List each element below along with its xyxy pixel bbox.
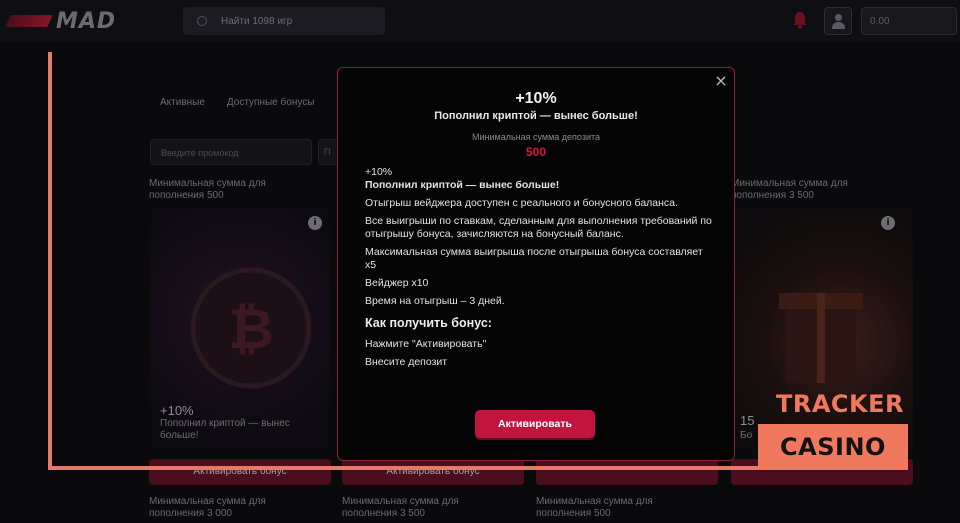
site-logo[interactable]: MAD [5,8,117,34]
bonus-details-modal: × +10% Пополнил криптой — вынес больше! … [337,67,735,461]
min-deposit-label: Минимальная сумма депозита [472,132,600,142]
balance-display[interactable]: 0.00 [861,7,957,35]
frame-line-left [48,52,52,470]
game-search-input[interactable]: Найти 1098 игр [183,7,385,35]
promo-code-input[interactable]: Введите промокод [150,139,312,165]
card-subtitle: Пополнил криптой — вынес больше! [160,418,290,441]
activate-bonus-button[interactable]: Активировать бонус [342,459,524,485]
terms-title: Пополнил криптой — вынес больше! [365,179,560,191]
bonus-percent: +10% [515,90,557,107]
profile-button[interactable] [824,7,852,35]
bonus-terms: +10% Пополнил криптой — вынес больше! От… [365,166,715,374]
how-to-get-title: Как получить бонус: [365,316,492,330]
info-icon[interactable]: i [881,216,895,230]
activate-button[interactable]: Активировать [475,410,595,438]
info-icon[interactable]: i [308,216,322,230]
bonus-tabs: Активные Доступные бонусы [160,97,314,108]
bell-icon[interactable] [790,10,810,30]
terms-rule: Вейджер x10 [365,277,429,289]
search-placeholder: Найти 1098 игр [221,15,293,27]
watermark-casino: CASINO [758,424,908,470]
terms-rule: Отыгрыш вейджера доступен с реального и … [365,197,678,209]
svg-text:₿: ₿ [228,297,274,362]
bonus-heading: Пополнил криптой — вынес больше! [434,110,638,122]
tab-available-bonuses[interactable]: Доступные бонусы [227,97,315,108]
watermark-tracker: TRACKER [776,390,905,418]
card-title: +10% [160,403,194,418]
close-icon[interactable]: × [712,72,730,90]
logo-text: MAD [56,8,117,34]
card-min-deposit-label: Минимальная сумма для пополнения 500 [149,178,266,201]
card-title: 15 [740,413,755,428]
promo-code-button[interactable]: П [318,139,338,165]
user-icon [835,14,842,21]
activate-bonus-button[interactable] [536,459,718,485]
card-min-deposit-label: Минимальная сумма для пополнения 3 500 [731,178,848,201]
min-deposit-value: 500 [525,145,547,159]
card-min-deposit-label: Минимальная сумма для пополнения 3 000 [149,496,266,519]
search-icon [197,16,207,26]
logo-mark [5,15,53,27]
card-min-deposit-label: Минимальная сумма для пополнения 3 500 [342,496,459,519]
activate-bonus-button[interactable]: Активировать бонус [149,459,331,485]
how-step: Нажмите "Активировать" [365,338,487,350]
terms-rule: Время на отыгрыш – 3 дней. [365,295,505,307]
how-step: Внесите депозит [365,356,448,368]
top-bar: MAD Найти 1098 игр 0.00 [0,0,960,42]
terms-rule: Максимальная сумма выигрыша после отыгры… [365,246,703,271]
tab-active[interactable]: Активные [160,97,205,108]
card-min-deposit-label: Минимальная сумма для пополнения 500 [536,496,653,519]
terms-percent: +10% [365,166,393,178]
card-subtitle: Бо [740,430,753,441]
terms-rule: Все выигрыши по ставкам, сделанным для в… [365,215,712,240]
